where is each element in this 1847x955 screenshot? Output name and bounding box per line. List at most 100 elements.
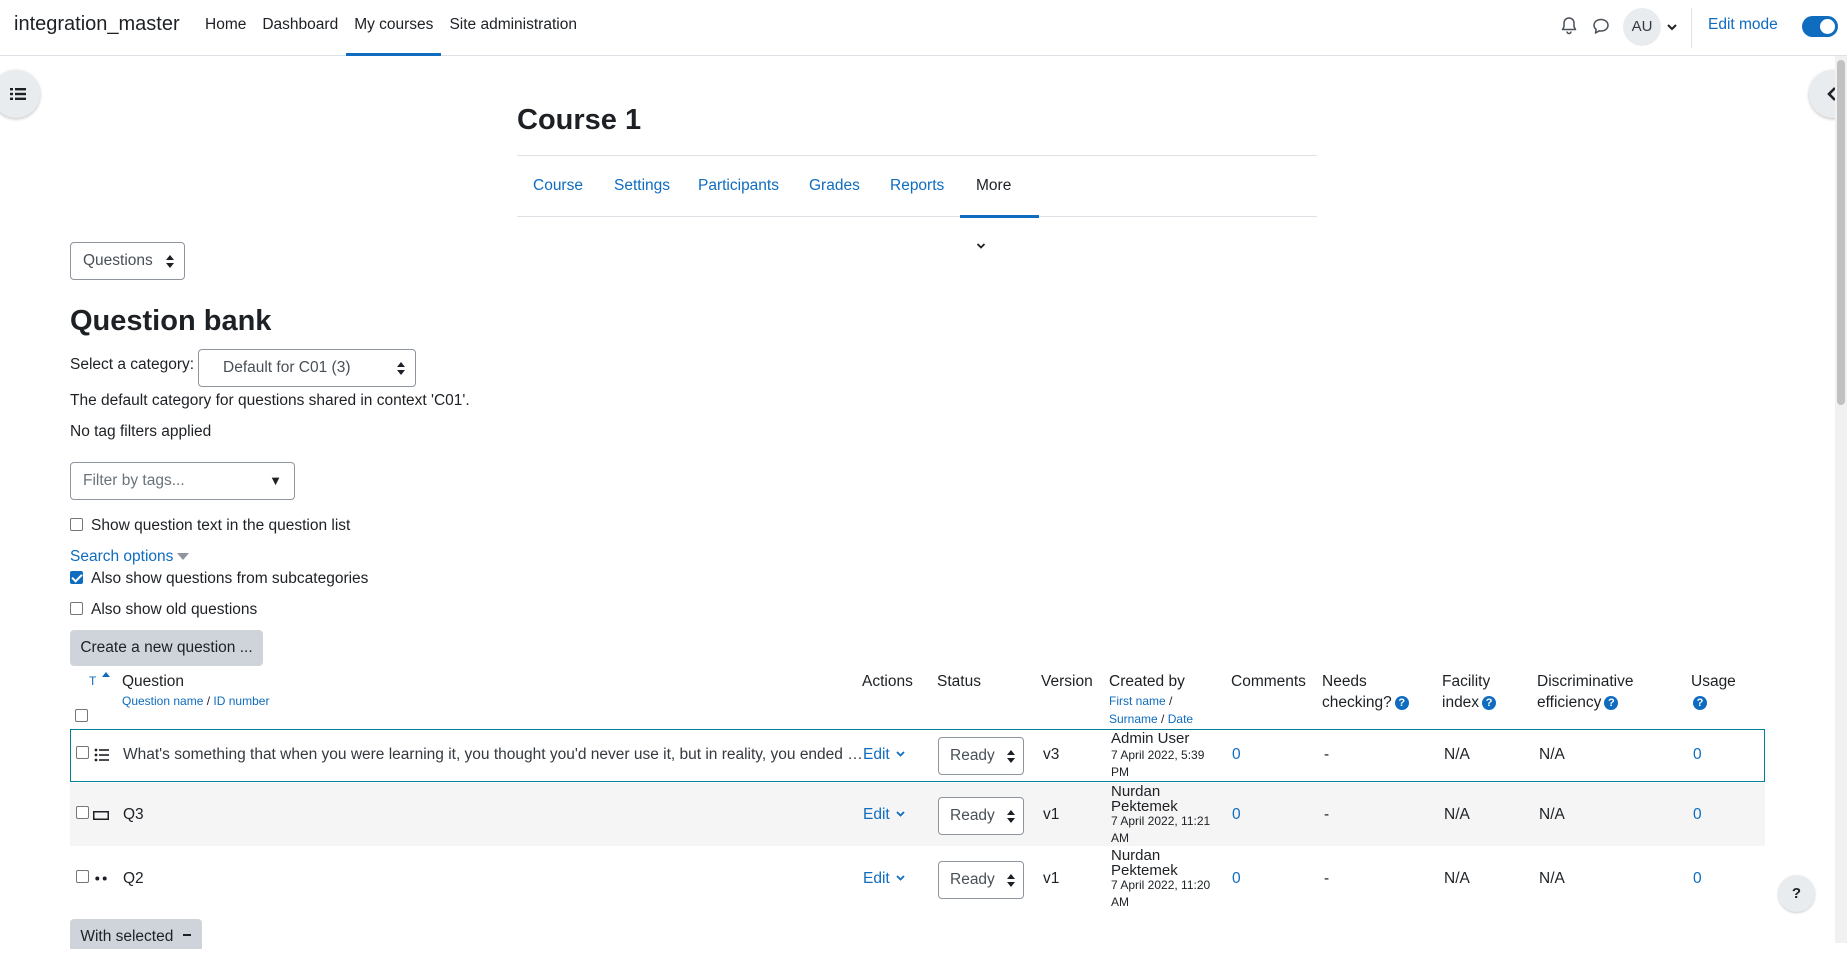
discriminative-efficiency-value: N/A [1539, 870, 1565, 887]
table-row[interactable]: Q3 Edit Ready v1 Nurdan Pektemek 7 April… [70, 783, 1765, 846]
edit-mode-toggle[interactable] [1802, 16, 1838, 37]
sort-surname-link[interactable]: Surname [1109, 712, 1158, 726]
discriminative-label-line1: Discriminative [1537, 673, 1634, 690]
site-brand[interactable]: integration_master [14, 13, 180, 36]
sort-first-name-link[interactable]: First name [1109, 694, 1166, 708]
creator-first-name: Nurdan [1111, 783, 1161, 800]
tab-grades[interactable]: Grades [793, 156, 876, 217]
nav-dashboard[interactable]: Dashboard [254, 0, 346, 56]
show-question-text-checkbox[interactable] [70, 518, 83, 531]
select-arrows-icon [1007, 874, 1015, 887]
tag-filter-input[interactable]: Filter by tags... ▼ [70, 462, 295, 500]
tab-more[interactable]: More [960, 156, 1039, 249]
select-arrows-icon [397, 362, 405, 375]
usage-help-icon[interactable]: ? [1693, 696, 1707, 710]
notification-bell-icon[interactable] [1559, 16, 1579, 36]
search-options-label: Search options [70, 548, 174, 565]
edit-menu-button[interactable]: Edit [863, 746, 905, 764]
collapse-minus-icon [182, 934, 191, 936]
needs-checking-column-header: Needs checking?? [1322, 671, 1409, 713]
multichoice-icon [94, 748, 109, 762]
category-select[interactable]: Default for C01 (3) [198, 349, 416, 387]
comments-count-link[interactable]: 0 [1232, 746, 1241, 764]
created-by-label: Created by [1109, 673, 1185, 690]
chevron-down-icon [976, 243, 986, 249]
status-select[interactable]: Ready [938, 861, 1024, 899]
create-new-question-button[interactable]: Create a new question ... [70, 630, 263, 666]
facility-index-help-icon[interactable]: ? [1482, 696, 1497, 710]
version-column-header: Version [1041, 673, 1093, 690]
edit-menu-button[interactable]: Edit [863, 870, 905, 888]
needs-checking-label-line1: Needs [1322, 673, 1367, 690]
old-questions-label[interactable]: Also show old questions [91, 601, 257, 619]
search-options-toggle[interactable]: Search options [70, 548, 190, 566]
toggle-knob [1820, 19, 1835, 34]
table-row[interactable]: What's something that when you were lear… [70, 729, 1765, 782]
with-selected-button[interactable]: With selected [70, 919, 202, 949]
messages-chat-icon[interactable] [1591, 16, 1611, 36]
tag-filter-status: No tag filters applied [70, 423, 212, 440]
user-menu-chevron-down-icon[interactable] [1666, 20, 1678, 34]
show-question-text-label[interactable]: Show question text in the question list [91, 517, 350, 535]
needs-checking-help-icon[interactable]: ? [1394, 696, 1409, 710]
facility-index-column-header: Facility index? [1442, 671, 1497, 713]
question-column-header: Question Question name / ID number [122, 673, 270, 708]
question-bank-page-select[interactable]: Questions [70, 242, 185, 280]
question-text[interactable]: What's something that when you were lear… [123, 746, 863, 764]
usage-count-link[interactable]: 0 [1693, 806, 1702, 824]
tab-course[interactable]: Course [517, 156, 599, 217]
tab-participants[interactable]: Participants [682, 156, 795, 217]
edit-label: Edit [863, 806, 890, 823]
select-arrows-icon [1007, 750, 1015, 763]
nav-site-administration[interactable]: Site administration [441, 0, 585, 56]
question-text[interactable]: Q2 [123, 870, 144, 888]
usage-count-link[interactable]: 0 [1693, 870, 1702, 888]
usage-count-link[interactable]: 0 [1693, 746, 1702, 764]
status-column-header: Status [937, 673, 981, 690]
edit-menu-button[interactable]: Edit [863, 806, 905, 824]
question-text[interactable]: Q3 [123, 806, 144, 824]
actions-column-header: Actions [862, 673, 913, 690]
created-date-line2: AM [1111, 831, 1129, 845]
needs-checking-label-line2: checking? [1322, 694, 1392, 711]
truefalse-icon [95, 876, 107, 881]
nav-my-courses[interactable]: My courses [346, 0, 442, 56]
tab-reports[interactable]: Reports [874, 156, 960, 217]
creator-surname: Pektemek [1111, 798, 1178, 815]
table-row[interactable]: Q2 Edit Ready v1 Nurdan Pektemek 7 April… [70, 847, 1765, 910]
page-help-button[interactable]: ? [1778, 875, 1815, 912]
status-select[interactable]: Ready [938, 797, 1024, 835]
page-scrollbar-thumb[interactable] [1837, 60, 1845, 405]
tab-settings[interactable]: Settings [598, 156, 686, 217]
top-navbar: integration_master Home Dashboard My cou… [0, 0, 1847, 56]
select-all-checkbox[interactable] [75, 709, 88, 722]
edit-mode-label[interactable]: Edit mode [1708, 16, 1778, 34]
discriminative-efficiency-help-icon[interactable]: ? [1604, 696, 1619, 710]
sort-date-link[interactable]: Date [1168, 712, 1193, 726]
comments-column-header[interactable]: Comments [1231, 671, 1306, 692]
status-value: Ready [950, 807, 995, 824]
row-select-checkbox[interactable] [76, 746, 89, 759]
comments-count-link[interactable]: 0 [1232, 806, 1241, 824]
comments-count-link[interactable]: 0 [1232, 870, 1241, 888]
discriminative-efficiency-value: N/A [1539, 746, 1565, 763]
type-column-header[interactable]: T [89, 670, 111, 691]
type-sort-link[interactable]: T [89, 674, 96, 688]
dropdown-triangle-icon: ▼ [269, 473, 282, 488]
sort-ascending-icon [101, 672, 110, 677]
sort-id-number-link[interactable]: ID number [213, 694, 269, 708]
subcategories-label[interactable]: Also show questions from subcategories [91, 570, 368, 588]
nav-home[interactable]: Home [197, 0, 254, 56]
subcategories-checkbox[interactable] [70, 571, 83, 584]
navbar-divider [1691, 8, 1692, 48]
usage-column-header: Usage ? [1691, 671, 1736, 713]
version-value: v1 [1043, 806, 1060, 823]
row-select-checkbox[interactable] [76, 806, 89, 819]
row-select-checkbox[interactable] [76, 870, 89, 883]
old-questions-checkbox[interactable] [70, 602, 83, 615]
sort-question-name-link[interactable]: Question name [122, 694, 203, 708]
status-value: Ready [950, 747, 995, 764]
status-select[interactable]: Ready [938, 737, 1024, 775]
user-avatar[interactable]: AU [1623, 8, 1661, 46]
course-index-drawer-button[interactable] [0, 70, 40, 118]
